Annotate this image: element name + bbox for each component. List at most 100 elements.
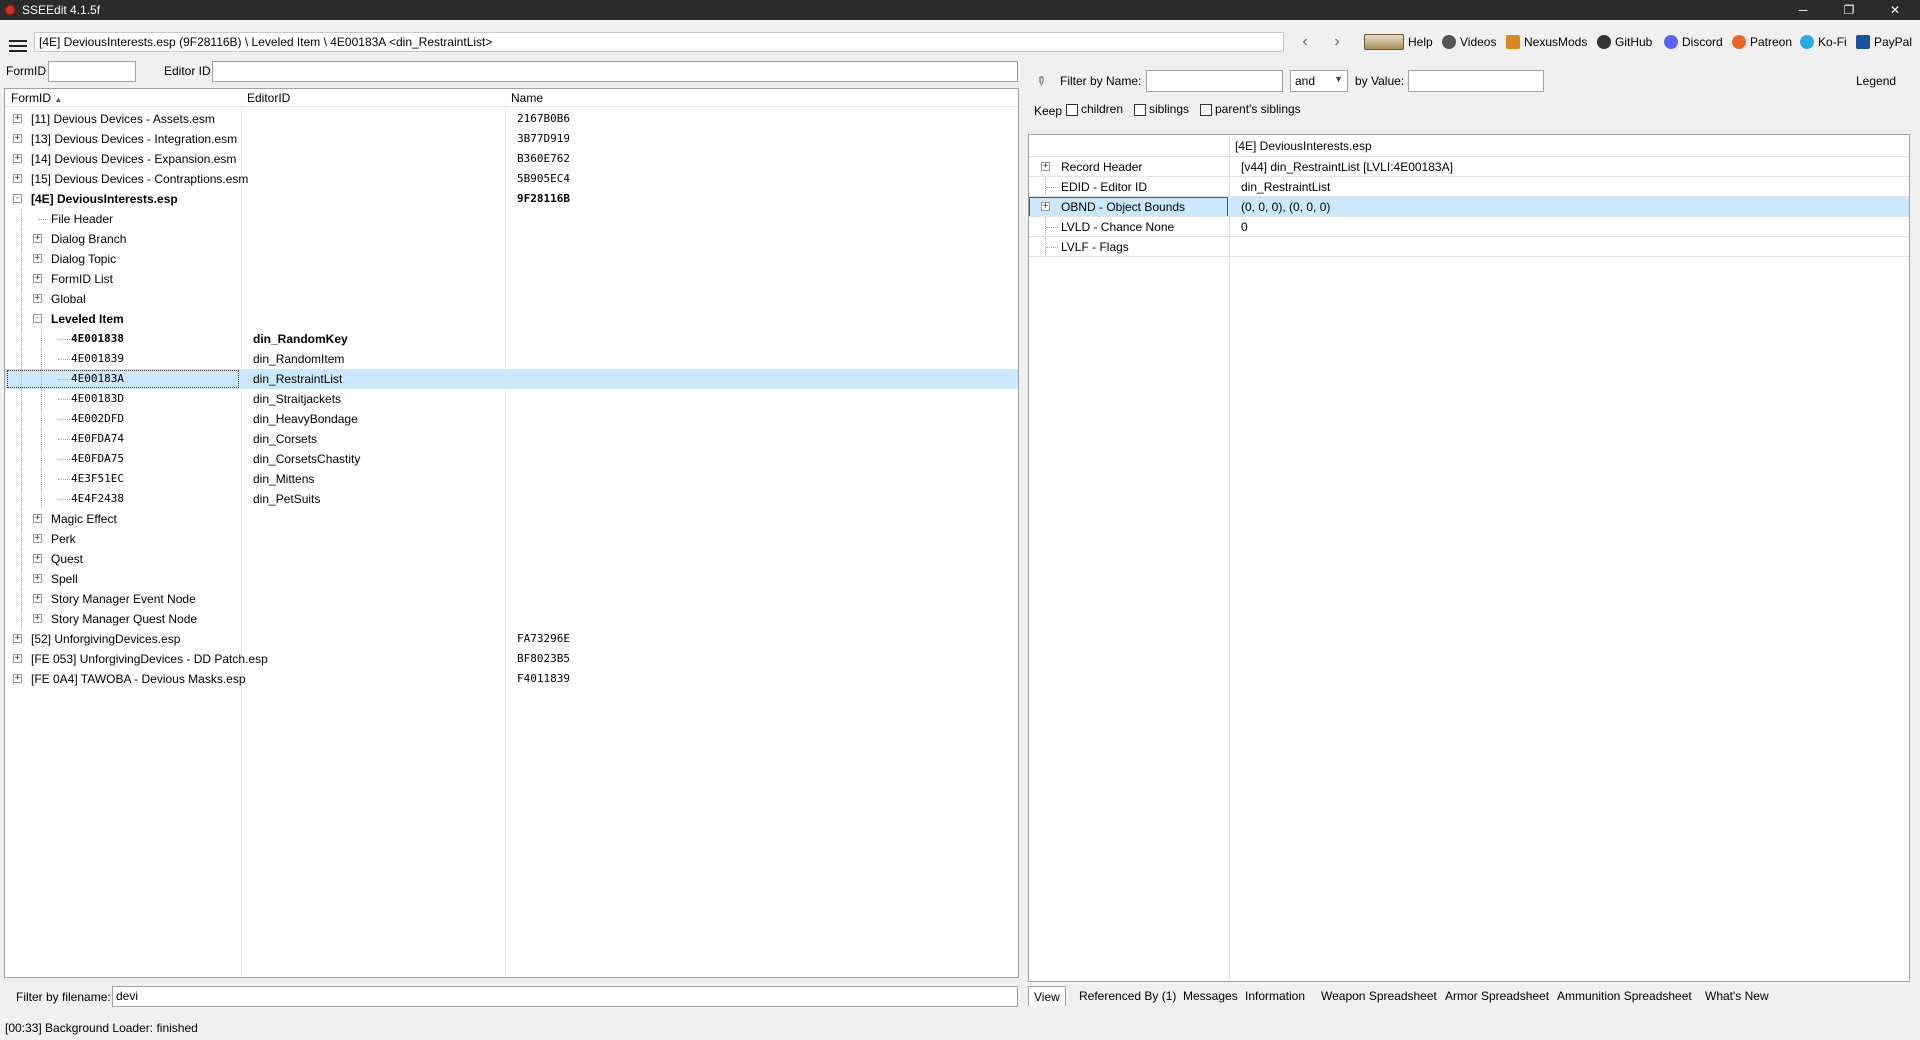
expand-icon[interactable]: + [33,534,42,543]
tree-row[interactable]: 4E00183D din_Straitjackets [5,389,1018,409]
expand-icon[interactable]: + [33,614,42,623]
tree-row[interactable]: + Global [5,289,1018,309]
editorid-input[interactable] [212,61,1018,82]
cell-editorid: din_Mittens [253,472,315,486]
legend-button[interactable]: Legend [1856,74,1896,88]
keep-siblings-checkbox[interactable]: siblings [1134,102,1189,116]
tree-row[interactable]: 4E4F2438 din_PetSuits [5,489,1018,509]
expand-icon[interactable]: + [33,574,42,583]
tree-row[interactable]: + [13] Devious Devices - Integration.esm 3… [5,129,1018,149]
tree-row[interactable]: + [15] Devious Devices - Contraptions.esm… [5,169,1018,189]
tree-row[interactable]: + Quest [5,549,1018,569]
expand-icon[interactable]: + [13,174,22,183]
tree-row[interactable]: - [4E] DeviousInterests.esp 9F28116B [5,189,1018,209]
expand-icon[interactable]: + [33,554,42,563]
cell-editorid: din_RestraintList [253,372,343,386]
formid-input[interactable] [48,61,136,82]
tree-row[interactable]: + [FE 0A4] TAWOBA - Devious Masks.esp F401… [5,669,1018,689]
expand-icon[interactable]: + [13,674,22,683]
tree-row[interactable]: + Story Manager Quest Node [5,609,1018,629]
tree-row[interactable]: + Magic Effect [5,509,1018,529]
tree-row[interactable]: + Spell [5,569,1018,589]
tree-row[interactable]: + Perk [5,529,1018,549]
tree-line [58,499,70,500]
tree-row[interactable]: + Dialog Topic [5,249,1018,269]
tab-ammunition-spreadsheet[interactable]: Ammunition Spreadsheet [1552,986,1697,1006]
expand-icon[interactable]: + [33,274,42,283]
expand-icon[interactable]: + [1041,162,1050,171]
path-field[interactable]: [4E] DeviousInterests.esp (9F28116B) \ L… [34,32,1284,52]
collapse-icon[interactable]: - [13,194,22,203]
tab-view[interactable]: View [1028,986,1066,1006]
keep-children-checkbox[interactable]: children [1066,102,1123,116]
tree-row[interactable]: 4E00183A din_RestraintList [5,369,1018,389]
tree-row[interactable]: 4E3F51EC din_Mittens [5,469,1018,489]
videos-link[interactable]: Videos [1442,32,1496,52]
cell-formid: Story Manager Quest Node [51,612,198,626]
collapse-icon[interactable]: - [33,314,42,323]
by-value-input[interactable] [1408,70,1544,92]
record-row[interactable]: LVLD - Chance None 0 [1029,217,1909,237]
tree-row[interactable]: + Story Manager Event Node [5,589,1018,609]
tree-row[interactable]: 4E002DFD din_HeavyBondage [5,409,1018,429]
expand-icon[interactable]: + [13,114,22,123]
tree-row[interactable]: 4E0FDA75 din_CorsetsChastity [5,449,1018,469]
restore-button[interactable]: ❐ [1826,0,1872,20]
record-row[interactable]: + Record Header [v44] din_RestraintList [L… [1029,157,1909,177]
kofi-link[interactable]: Ko-Fi [1800,32,1847,52]
operator-select[interactable]: and ▼ [1290,70,1348,92]
github-link[interactable]: GitHub [1597,32,1652,52]
record-view[interactable]: [4E] DeviousInterests.esp + Record Header… [1028,134,1910,982]
expand-icon[interactable]: + [13,634,22,643]
nexusmods-link[interactable]: NexusMods [1506,32,1587,52]
tab-what-s-new[interactable]: What's New [1700,986,1774,1006]
discord-link[interactable]: Discord [1664,32,1723,52]
tree-row[interactable]: File Header [5,209,1018,229]
keep-parents-siblings-checkbox[interactable]: parent's siblings [1200,102,1301,116]
tab-weapon-spreadsheet[interactable]: Weapon Spreadsheet [1316,986,1442,1006]
expand-icon[interactable]: + [13,154,22,163]
tab-armor-spreadsheet[interactable]: Armor Spreadsheet [1440,986,1554,1006]
tree-row[interactable]: 4E001838 din_RandomKey [5,329,1018,349]
expand-icon[interactable]: + [33,294,42,303]
cell-editorid: din_HeavyBondage [253,412,358,426]
tree-row[interactable]: 4E0FDA74 din_Corsets [5,429,1018,449]
expand-icon[interactable]: + [33,594,42,603]
expand-icon[interactable]: + [13,654,22,663]
paypal-link[interactable]: PayPal [1856,32,1912,52]
back-arrow-icon[interactable]: ‹ [1296,32,1314,52]
filename-filter-input[interactable]: devi [112,986,1018,1007]
tab-referenced-by-1[interactable]: Referenced By (1) [1074,986,1181,1006]
tree-row[interactable]: + [FE 053] UnforgivingDevices - DD Patch.… [5,649,1018,669]
pin-icon[interactable]: ✎ [1033,72,1050,89]
patreon-link[interactable]: Patreon [1732,32,1792,52]
record-tree[interactable]: FormID ▲ EditorID Name + [11] Devious Dev… [4,88,1019,978]
cell-formid: Perk [51,532,76,546]
minimize-button[interactable]: ─ [1780,0,1826,20]
videos-icon [1442,35,1456,49]
tree-row[interactable]: - Leveled Item [5,309,1018,329]
record-row[interactable]: LVLF - Flags [1029,237,1909,257]
tree-line [21,249,22,269]
cell-formid: [FE 0A4] TAWOBA - Devious Masks.esp [31,672,246,686]
tree-row[interactable]: + FormID List [5,269,1018,289]
tree-row[interactable]: 4E001839 din_RandomItem [5,349,1018,369]
filter-by-name-label: Filter by Name: [1060,74,1142,88]
forward-arrow-icon[interactable]: › [1328,32,1346,52]
help-link[interactable]: Help [1364,32,1433,52]
record-row[interactable]: EDID - Editor ID din_RestraintList [1029,177,1909,197]
record-row[interactable]: + OBND - Object Bounds (0, 0, 0), (0, 0, 0… [1029,197,1909,217]
expand-icon[interactable]: + [33,514,42,523]
expand-icon[interactable]: + [33,254,42,263]
expand-icon[interactable]: + [33,234,42,243]
tree-row[interactable]: + [52] UnforgivingDevices.esp FA73296E [5,629,1018,649]
close-button[interactable]: ✕ [1872,0,1918,20]
tree-row[interactable]: + [14] Devious Devices - Expansion.esm B36… [5,149,1018,169]
menu-icon[interactable] [8,37,28,53]
tree-row[interactable]: + Dialog Branch [5,229,1018,249]
tab-information[interactable]: Information [1240,986,1310,1006]
expand-icon[interactable]: + [13,134,22,143]
tree-row[interactable]: + [11] Devious Devices - Assets.esm 2167B0… [5,109,1018,129]
filter-by-name-input[interactable] [1146,70,1283,92]
tab-messages[interactable]: Messages [1178,986,1243,1006]
